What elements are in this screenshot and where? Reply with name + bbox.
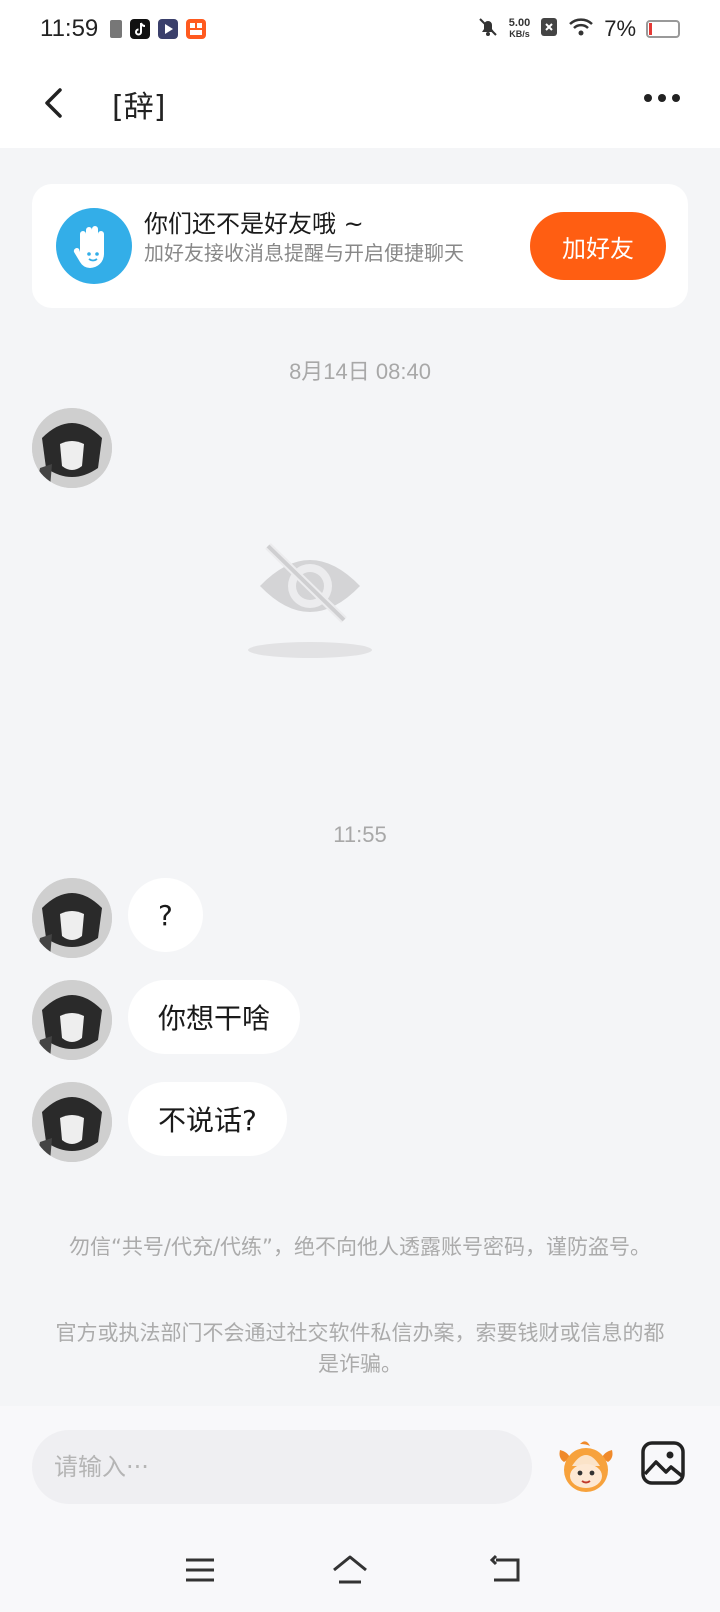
battery-percent: 7% [604,16,636,41]
return-icon [489,1554,520,1582]
battery-icon [646,20,680,38]
net-speed-unit: KB/s [509,29,530,39]
status-app-icons [110,19,207,39]
wifi-icon [568,17,594,41]
security-warning: 勿信“共号/代充/代练”，绝不向他人透露账号密码，谨防盗号。 [69,1235,651,1259]
friend-notice-card: 你们还不是好友哦 ~ 加好友接收消息提醒与开启便捷聊天 加好友 [32,184,688,308]
chevron-left-icon [45,88,62,118]
message-input[interactable] [32,1430,532,1504]
status-right: 5.00 KB/s 7% [477,16,680,42]
avatar[interactable] [32,1082,112,1162]
message-timestamp: 8月14日 08:40 [289,359,431,384]
message-bubble[interactable]: 你想干啥 [128,980,301,1054]
image-picker-button[interactable] [640,1440,686,1486]
more-dot-icon [672,94,680,102]
app-notification-icon [186,19,207,39]
back-button[interactable] [38,86,72,120]
menu-nav-button[interactable] [180,1552,220,1588]
fraud-warning: 官方或执法部门不会通过社交软件私信办案，索要钱财或信息的都是诈骗。 [55,1321,665,1376]
status-time: 11:59 [40,15,99,42]
chat-title: [辞] [112,90,166,125]
more-dot-icon [644,94,652,102]
tiktok-app-icon [130,19,151,39]
avatar[interactable] [32,878,112,958]
avatar[interactable] [32,980,112,1060]
notice-title: 你们还不是好友哦 ~ [144,210,364,238]
message-timestamp: 11:55 [333,822,387,847]
network-speed: 5.00 KB/s [509,18,530,40]
notice-subtitle: 加好友接收消息提醒与开启便捷聊天 [144,241,464,265]
emoji-button[interactable] [556,1436,616,1496]
add-friend-button[interactable]: 加好友 [530,212,666,280]
system-nav-bar [0,1526,720,1612]
input-bar [0,1406,720,1526]
message-bubble[interactable]: 不说话? [128,1082,287,1156]
no-sim-icon [540,17,558,41]
more-dot-icon [658,94,666,102]
net-speed-value: 5.00 [508,17,531,29]
back-nav-button[interactable] [486,1552,526,1588]
image-icon [641,1441,685,1485]
mute-bell-icon [477,16,499,42]
chat-header: [辞] [0,58,720,148]
home-icon [333,1555,367,1584]
video-app-icon [158,19,179,39]
storage-icon [110,20,123,38]
more-options-button[interactable] [644,94,684,108]
sticker-face-icon [559,1441,613,1492]
image-unavailable-icon[interactable] [238,540,388,670]
status-bar: 11:59 5.00 KB/s 7% [0,0,720,58]
message-bubble[interactable]: ? [128,878,203,952]
home-nav-button[interactable] [330,1552,370,1588]
wave-hand-icon [56,208,132,284]
avatar[interactable] [32,408,112,488]
menu-icon [186,1558,214,1582]
